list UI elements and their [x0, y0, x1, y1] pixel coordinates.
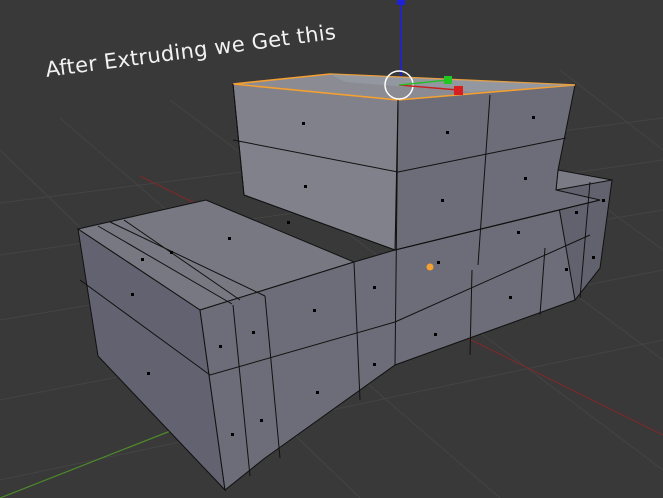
mesh-object[interactable] [76, 73, 613, 492]
z-axis-handle[interactable] [397, 0, 405, 5]
3d-viewport[interactable]: After Extruding we Get this [0, 0, 663, 498]
object-origin-icon[interactable] [426, 263, 434, 271]
x-manipulator-handle[interactable] [454, 86, 463, 95]
y-manipulator-handle[interactable] [444, 76, 452, 84]
